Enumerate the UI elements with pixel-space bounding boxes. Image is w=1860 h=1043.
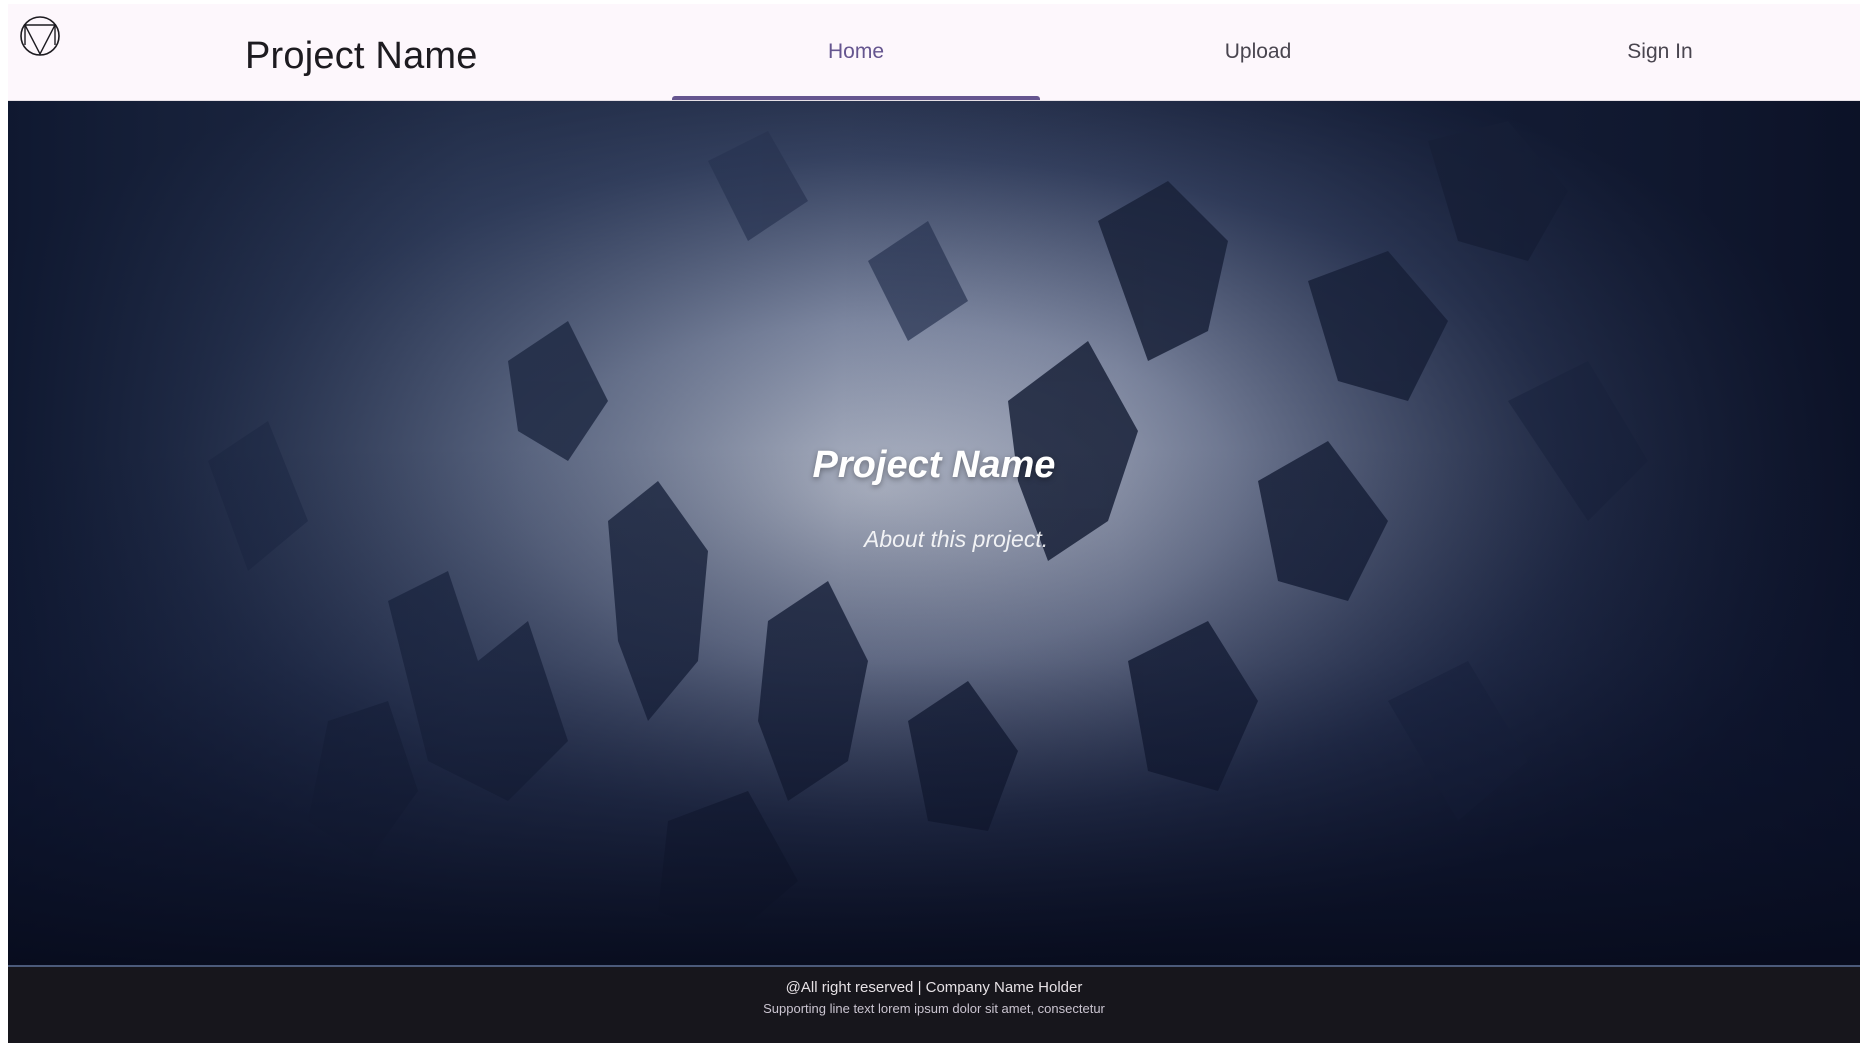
hero-title: Project Name — [812, 444, 1056, 486]
page: Project Name Home Upload Sign In Project… — [8, 4, 1860, 1043]
hero-banner: Project Name About this project. — [8, 101, 1860, 965]
footer-copyright: @All right reserved | Company Name Holde… — [785, 979, 1083, 996]
footer: @All right reserved | Company Name Holde… — [8, 965, 1860, 1043]
footer-supporting-text: Supporting line text lorem ipsum dolor s… — [763, 1001, 1105, 1016]
brand-title[interactable]: Project Name — [245, 35, 478, 78]
active-tab-indicator — [672, 96, 1040, 100]
logo-icon[interactable] — [19, 15, 61, 57]
tab-sign-in[interactable]: Sign In — [1476, 4, 1844, 100]
top-app-bar: Project Name Home Upload Sign In — [8, 4, 1860, 101]
tab-home[interactable]: Home — [672, 4, 1040, 100]
hero-subtitle: About this project. — [864, 526, 1049, 552]
tab-upload[interactable]: Upload — [1074, 4, 1442, 100]
